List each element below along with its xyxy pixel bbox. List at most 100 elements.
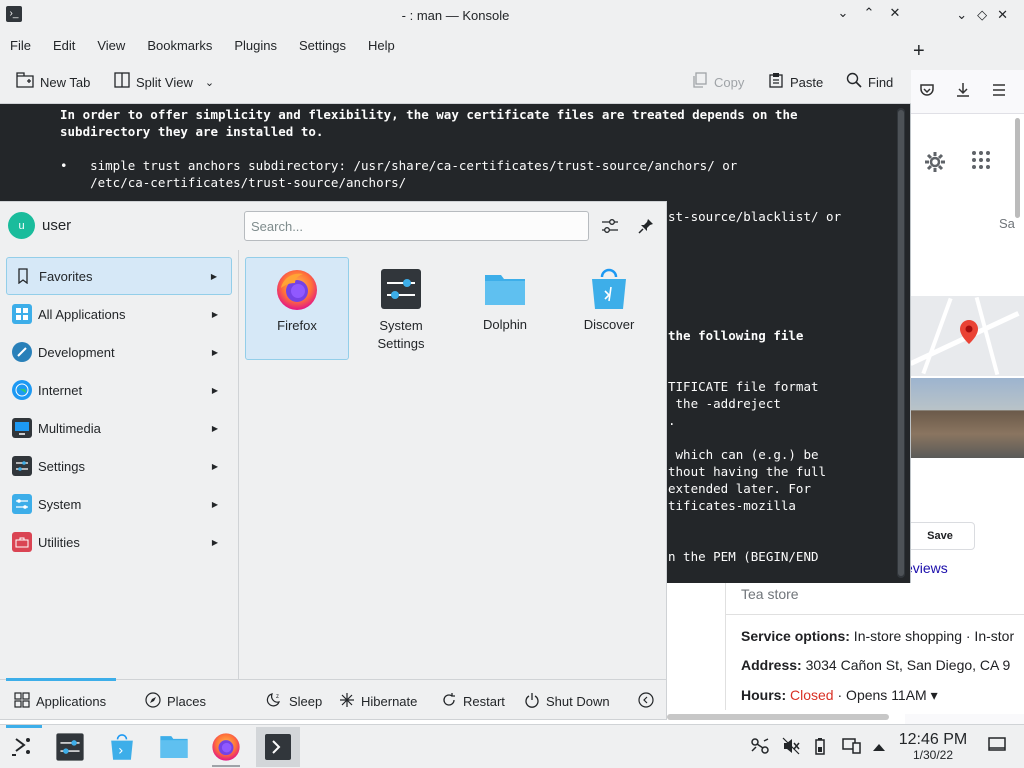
category-label: Favorites — [39, 268, 93, 284]
copy-button[interactable]: Copy — [692, 72, 744, 92]
scrollbar-thumb[interactable] — [898, 110, 904, 576]
task-konsole[interactable] — [256, 727, 300, 767]
task-firefox[interactable] — [204, 727, 248, 767]
save-button[interactable]: Save — [905, 522, 975, 550]
category-label: Multimedia — [38, 420, 101, 436]
business-info-panel: Tea store Service options: In-store shop… — [667, 580, 1024, 710]
map-thumbnail[interactable] — [905, 296, 1024, 376]
sleep-button[interactable]: z Sleep — [265, 692, 322, 711]
hours-next-open[interactable]: · Opens 11AM ▾ — [834, 687, 937, 703]
volume-muted-icon[interactable] — [782, 737, 800, 759]
svg-text:z: z — [276, 694, 279, 700]
pocket-icon[interactable] — [919, 82, 935, 103]
search-input[interactable] — [244, 211, 589, 241]
app-tile-firefox[interactable]: Firefox — [245, 257, 349, 360]
address-label: Address: — [741, 657, 802, 673]
firefox-navbar — [905, 70, 1024, 114]
category-system[interactable]: System ▶ — [6, 485, 232, 523]
hibernate-button[interactable]: Hibernate — [339, 692, 417, 711]
maximize-icon[interactable]: ⌃ — [861, 5, 877, 21]
category-all-applications[interactable]: All Applications ▶ — [6, 295, 232, 333]
task-dolphin[interactable] — [152, 727, 196, 767]
partial-tab-label[interactable]: Sa — [999, 216, 1015, 231]
menu-file[interactable]: File — [10, 38, 31, 53]
shutdown-button[interactable]: Shut Down — [524, 692, 610, 711]
discover-bag-icon — [592, 268, 626, 309]
konsole-app-icon[interactable]: ›_ — [6, 6, 22, 22]
app-tile-system-settings[interactable]: System Settings — [349, 257, 453, 360]
address-value[interactable]: 3034 Cañon St, San Diego, CA 9 — [802, 657, 1011, 673]
apps-grid-icon[interactable] — [971, 150, 991, 176]
new-tab-label: New Tab — [40, 74, 91, 90]
menu-settings[interactable]: Settings — [299, 38, 346, 53]
category-internet[interactable]: Internet ▶ — [6, 371, 232, 409]
menu-view[interactable]: View — [97, 38, 125, 53]
map-pin-icon — [960, 320, 978, 344]
new-tab-icon — [16, 72, 34, 92]
find-label: Find — [868, 74, 894, 90]
digital-clock[interactable]: 12:46 PM 1/30/22 — [893, 731, 973, 762]
hours-label: Hours: — [741, 687, 787, 703]
category-development[interactable]: Development ▶ — [6, 333, 232, 371]
new-tab-plus-icon[interactable]: + — [913, 40, 925, 63]
all-applications-icon — [12, 304, 32, 324]
pin-icon[interactable] — [634, 214, 658, 238]
reviews-link[interactable]: eviews — [905, 560, 948, 576]
minimize-icon[interactable]: ⌄ — [956, 7, 967, 23]
tab-label: Places — [167, 694, 207, 709]
task-system-settings[interactable] — [48, 727, 92, 767]
tab-label: Applications — [36, 694, 107, 709]
restart-button[interactable]: Restart — [441, 692, 505, 711]
menu-bookmarks[interactable]: Bookmarks — [147, 38, 212, 53]
display-configuration-icon[interactable] — [842, 737, 862, 759]
chevron-down-icon[interactable]: ⌄ — [205, 76, 214, 89]
app-tile-dolphin[interactable]: Dolphin — [453, 257, 557, 360]
category-sidebar: Favorites ▶ All Applications ▶ Developme… — [0, 250, 239, 679]
more-leave-options-button[interactable] — [638, 692, 654, 711]
minimize-icon[interactable]: ⌄ — [835, 5, 851, 21]
folder-icon — [160, 736, 188, 758]
multimedia-icon — [12, 418, 32, 438]
menu-help[interactable]: Help — [368, 38, 395, 53]
category-label: System — [38, 496, 82, 512]
terminal-line: the -addreject — [668, 396, 781, 411]
hamburger-menu-icon[interactable] — [991, 82, 1007, 103]
menu-edit[interactable]: Edit — [53, 38, 75, 53]
network-manager-icon[interactable] — [750, 737, 770, 759]
tab-places[interactable]: Places — [145, 692, 206, 711]
development-icon — [12, 342, 32, 362]
konsole-menubar: File Edit View Bookmarks Plugins Setting… — [0, 30, 911, 60]
category-multimedia[interactable]: Multimedia ▶ — [6, 409, 232, 447]
close-icon[interactable]: ✕ — [887, 5, 903, 21]
hours-row[interactable]: Hours: Closed · Opens 11AM ▾ — [741, 687, 938, 704]
firefox-icon — [277, 270, 317, 310]
configure-launcher-icon[interactable] — [598, 214, 622, 238]
menu-plugins[interactable]: Plugins — [234, 38, 277, 53]
category-utilities[interactable]: Utilities ▶ — [6, 523, 232, 561]
split-view-button[interactable]: Split View ⌄ — [114, 72, 214, 92]
tab-applications[interactable]: Applications — [14, 692, 106, 711]
gear-icon[interactable] — [923, 150, 947, 180]
new-tab-button[interactable]: New Tab — [16, 72, 90, 92]
app-tile-discover[interactable]: Discover — [557, 257, 661, 360]
terminal-line: • simple trust anchors subdirectory: /us… — [60, 158, 738, 173]
avatar[interactable]: u — [8, 212, 35, 239]
show-desktop-icon[interactable] — [988, 737, 1006, 757]
find-button[interactable]: Find — [846, 72, 893, 92]
search-icon — [846, 72, 862, 92]
firefox-scrollbar[interactable] — [1015, 118, 1020, 218]
category-settings[interactable]: Settings ▶ — [6, 447, 232, 485]
system-tray-expand-icon[interactable] — [872, 739, 886, 756]
application-launcher-button[interactable] — [4, 725, 42, 768]
paste-button[interactable]: Paste — [768, 72, 823, 92]
keep-above-icon[interactable]: ◇ — [977, 7, 987, 23]
task-discover[interactable] — [100, 727, 144, 767]
battery-icon[interactable] — [814, 737, 826, 759]
download-icon[interactable] — [955, 82, 971, 103]
page-horizontal-scrollbar[interactable] — [667, 714, 889, 720]
business-type: Tea store — [741, 586, 799, 602]
close-icon[interactable]: ✕ — [997, 7, 1008, 23]
terminal-scrollbar[interactable] — [897, 108, 905, 578]
store-photo[interactable] — [905, 378, 1024, 458]
category-favorites[interactable]: Favorites ▶ — [6, 257, 232, 295]
